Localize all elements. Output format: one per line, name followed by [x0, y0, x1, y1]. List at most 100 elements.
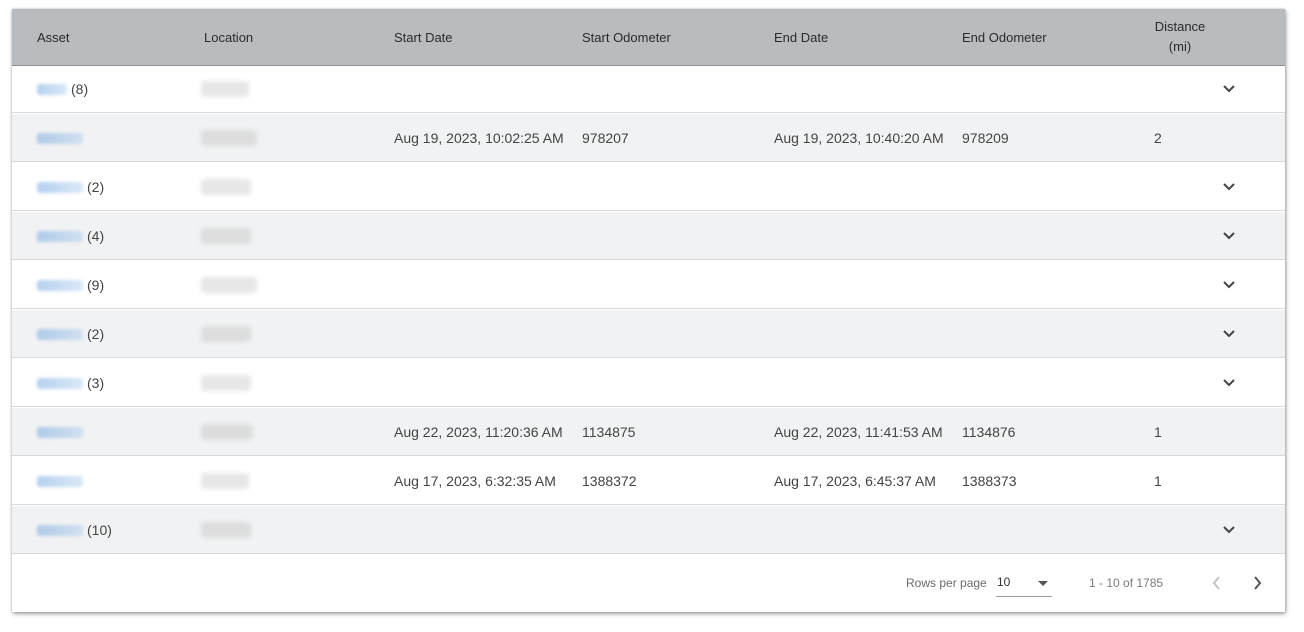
location-cell [201, 506, 251, 554]
asset-link[interactable] [37, 83, 67, 95]
rows-per-page-value: 10 [997, 575, 1011, 589]
start-odometer-cell: 1388372 [582, 473, 637, 489]
asset-link[interactable] [37, 279, 83, 291]
location-value [201, 522, 251, 538]
column-header-distance[interactable]: Distance (mi) [1144, 9, 1216, 65]
asset-link[interactable] [37, 230, 83, 242]
start-odometer-cell: 1134875 [582, 424, 636, 440]
column-header-end-odometer[interactable]: End Odometer [962, 9, 1047, 65]
end-date-cell: Aug 17, 2023, 6:45:37 AM [774, 473, 936, 489]
column-header-end-date[interactable]: End Date [774, 9, 828, 65]
end-odometer-cell: 1388373 [962, 473, 1017, 489]
chevron-down-icon [1223, 183, 1235, 191]
end-date-cell: Aug 22, 2023, 11:41:53 AM [774, 424, 943, 440]
asset-cell [37, 114, 87, 162]
distance-header-unit: (mi) [1168, 39, 1192, 54]
table-row[interactable]: (4) [12, 212, 1285, 260]
location-value [201, 228, 251, 244]
expand-row-button[interactable] [1219, 226, 1239, 246]
asset-link[interactable] [37, 181, 83, 193]
asset-trip-count: (10) [87, 522, 112, 538]
pagination-range: 1 - 10 of 1785 [1089, 576, 1164, 590]
distance-header-label: Distance [1154, 19, 1206, 34]
next-page-button[interactable] [1246, 572, 1268, 594]
asset-trip-count: (2) [87, 179, 105, 195]
expand-row-button[interactable] [1219, 520, 1239, 540]
chevron-down-icon [1223, 379, 1235, 387]
table-row[interactable]: (3) [12, 359, 1285, 407]
asset-cell: (8) [37, 65, 88, 113]
location-value [201, 473, 249, 489]
location-cell [201, 65, 249, 113]
location-value [201, 424, 253, 440]
location-cell [201, 114, 257, 162]
chevron-down-icon [1223, 281, 1235, 289]
location-cell [201, 163, 251, 211]
expand-row-button[interactable] [1219, 373, 1239, 393]
asset-link[interactable] [37, 426, 83, 438]
asset-trip-count: (9) [87, 277, 105, 293]
chevron-left-icon [1212, 576, 1220, 590]
chevron-down-icon [1223, 232, 1235, 240]
table-row[interactable]: (10) [12, 506, 1285, 554]
asset-cell: (3) [37, 359, 104, 407]
column-header-asset[interactable]: Asset [37, 9, 70, 65]
expand-row-button[interactable] [1219, 324, 1239, 344]
chevron-down-icon [1223, 526, 1235, 534]
asset-link[interactable] [37, 132, 83, 144]
table-row[interactable]: (8) [12, 65, 1285, 113]
asset-link[interactable] [37, 377, 83, 389]
distance-cell: 2 [1154, 130, 1162, 146]
table-row[interactable]: (2) [12, 310, 1285, 358]
start-odometer-cell: 978207 [582, 130, 629, 146]
rows-per-page-select[interactable]: 10 [996, 570, 1052, 597]
asset-cell [37, 457, 87, 505]
location-value [201, 277, 257, 293]
location-cell [201, 212, 251, 260]
column-header-start-date[interactable]: Start Date [394, 9, 453, 65]
asset-link[interactable] [37, 524, 83, 536]
column-header-location[interactable]: Location [204, 9, 253, 65]
trips-table-card: Asset Location Start Date Start Odometer… [12, 9, 1285, 612]
table-row[interactable]: (9) [12, 261, 1285, 309]
location-cell [201, 310, 251, 358]
asset-link[interactable] [37, 475, 83, 487]
asset-link[interactable] [37, 328, 83, 340]
asset-trip-count: (2) [87, 326, 105, 342]
location-cell [201, 408, 253, 456]
asset-trip-count: (8) [71, 81, 89, 97]
table-row[interactable]: (2) [12, 163, 1285, 211]
table-row: Aug 22, 2023, 11:20:36 AM 1134875 Aug 22, … [12, 408, 1285, 456]
location-value [201, 81, 249, 97]
asset-cell: (9) [37, 261, 104, 309]
expand-row-button[interactable] [1219, 275, 1239, 295]
chevron-down-icon [1223, 85, 1235, 93]
distance-cell: 1 [1154, 473, 1162, 489]
column-header-start-odometer[interactable]: Start Odometer [582, 9, 671, 65]
pagination-bar: Rows per page 10 1 - 10 of 1785 [12, 555, 1285, 612]
asset-trip-count: (3) [87, 375, 105, 391]
asset-cell: (2) [37, 310, 104, 358]
location-cell [201, 261, 257, 309]
start-date-cell: Aug 17, 2023, 6:32:35 AM [394, 473, 556, 489]
table-row: Aug 17, 2023, 6:32:35 AM 1388372 Aug 17, 2… [12, 457, 1285, 505]
start-date-cell: Aug 22, 2023, 11:20:36 AM [394, 424, 563, 440]
asset-trip-count: (4) [87, 228, 105, 244]
asset-cell [37, 408, 87, 456]
table-row: Aug 19, 2023, 10:02:25 AM 978207 Aug 19, 2… [12, 114, 1285, 162]
chevron-right-icon [1254, 576, 1262, 590]
location-cell [201, 457, 249, 505]
previous-page-button[interactable] [1206, 572, 1228, 594]
expand-row-button[interactable] [1219, 79, 1239, 99]
location-value [201, 130, 257, 146]
asset-cell: (2) [37, 163, 104, 211]
expand-row-button[interactable] [1219, 177, 1239, 197]
start-date-cell: Aug 19, 2023, 10:02:25 AM [394, 130, 564, 146]
caret-down-icon [1038, 581, 1048, 586]
distance-cell: 1 [1154, 424, 1162, 440]
chevron-down-icon [1223, 330, 1235, 338]
table-header: Asset Location Start Date Start Odometer… [12, 9, 1285, 66]
end-odometer-cell: 978209 [962, 130, 1009, 146]
location-value [201, 326, 251, 342]
end-odometer-cell: 1134876 [962, 424, 1016, 440]
